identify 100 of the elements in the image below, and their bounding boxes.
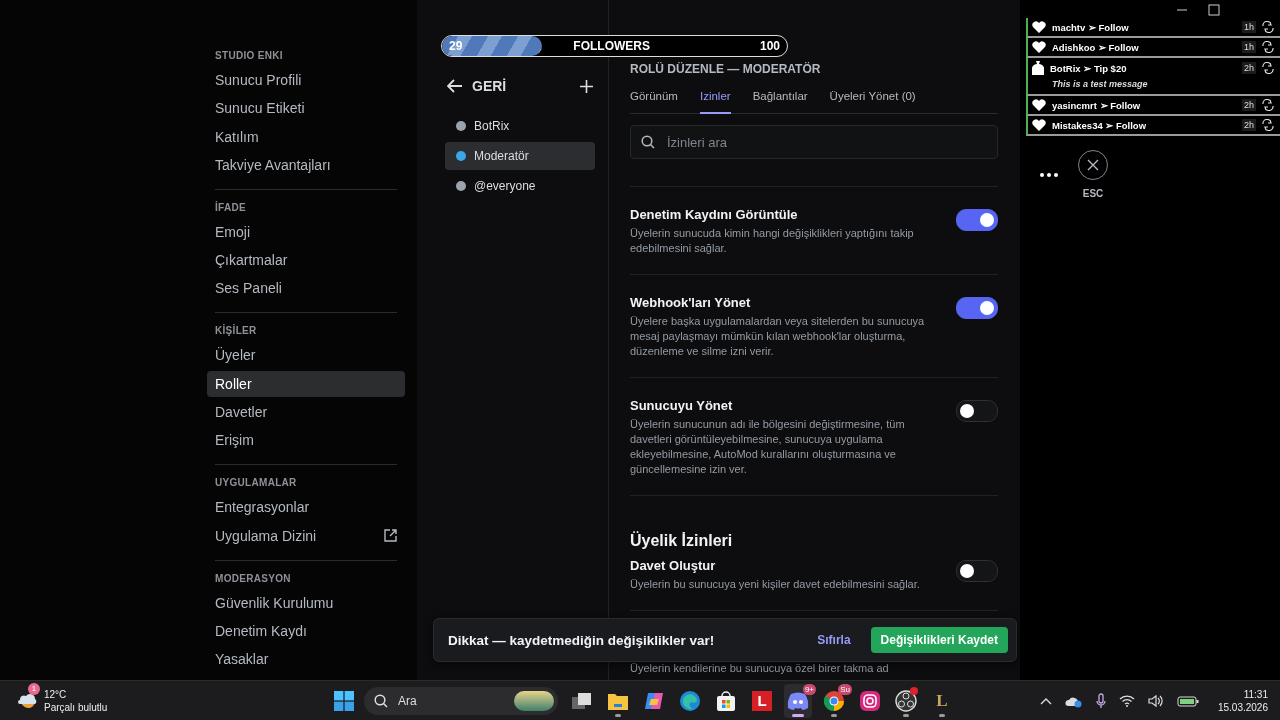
toggle-switch[interactable] <box>956 297 998 319</box>
taskbar-search-field[interactable]: Ara <box>364 686 558 715</box>
running-indicator <box>615 713 621 717</box>
section-heading: İFADE <box>214 201 247 213</box>
alert-time: 1h <box>1242 41 1256 53</box>
landscape-thumbnail <box>514 690 554 711</box>
app-letter-icon: L <box>752 690 772 711</box>
tab[interactable]: Izinler <box>699 90 731 114</box>
sidebar-item[interactable]: Erişim <box>207 427 405 454</box>
weather-condition: Parçalı bulutlu <box>44 700 108 714</box>
replay-icon[interactable] <box>1262 41 1274 53</box>
alert-text: Adishkoo ➢ Follow <box>1052 41 1140 53</box>
store-bag-icon <box>715 689 737 712</box>
close-icon <box>1087 159 1099 171</box>
replay-icon[interactable] <box>1262 62 1274 74</box>
chevron-up-icon[interactable] <box>1039 696 1052 705</box>
clock[interactable]: 11:31 15.03.2026 <box>1217 687 1268 714</box>
sidebar-item[interactable]: Katılım <box>207 123 405 150</box>
sidebar-item[interactable]: Ses Paneli <box>207 275 405 302</box>
permission-title: Denetim Kaydını Görüntüle <box>630 207 799 222</box>
warning-message: Dikkat — kaydetmediğin değişiklikler var! <box>448 632 716 648</box>
role-item[interactable]: Moderatör <box>445 142 595 170</box>
windows-start-icon[interactable] <box>334 690 354 711</box>
alert-text: machtv ➢ Follow <box>1052 21 1130 33</box>
toggle-switch[interactable] <box>956 209 998 231</box>
wifi-icon[interactable] <box>1118 694 1135 707</box>
section-heading: KİŞİLER <box>214 325 258 337</box>
taskbar-app[interactable]: L <box>748 683 776 718</box>
tab[interactable]: Üyeleri Yönet (0) <box>829 90 916 114</box>
page-title: ROLÜ DÜZENLE — MODERATÖR <box>630 62 822 76</box>
sidebar-item[interactable]: Sunucu Profili <box>207 67 405 93</box>
back-button[interactable]: GERİ <box>445 78 507 94</box>
notification-badge: 9+ <box>802 683 816 695</box>
battery-charging-icon[interactable] <box>1176 694 1199 707</box>
money-bag-icon <box>1032 61 1044 75</box>
alert-time: 2h <box>1242 62 1256 74</box>
permission-description: Üyelerin sunucunun adı ile bölgesini değiştirmesine, tüm davetleri görüntüleyebilmesine, sunucuya uygulama ekleyebilmesine, AutoMod kurallarını oluşturmasına ve güncellemesine izin ver. <box>630 417 906 477</box>
sidebar-item[interactable]: Yasaklar <box>207 646 405 673</box>
notification-badge: Su <box>838 683 852 695</box>
temperature: 12°C <box>44 687 68 701</box>
running-indicator <box>939 713 945 717</box>
app-letter-icon: L <box>936 690 948 711</box>
sidebar-item[interactable]: Entegrasyonlar <box>207 494 405 521</box>
sidebar-item[interactable]: Uygulama Dizini <box>207 522 405 549</box>
volume-icon[interactable] <box>1147 693 1164 708</box>
role-item[interactable]: BotRix <box>445 112 595 140</box>
alert-time: 1h <box>1242 21 1256 33</box>
tab[interactable]: Görünüm <box>630 90 678 114</box>
sidebar-item[interactable]: Sunucu Etiketi <box>207 95 405 122</box>
task-view-icon <box>571 690 593 711</box>
notification-badge: 1 <box>28 682 40 695</box>
taskbar-app[interactable]: L <box>928 683 956 718</box>
sidebar-item[interactable]: Roller <box>207 370 405 397</box>
replay-icon[interactable] <box>1262 119 1274 131</box>
running-indicator <box>792 713 804 717</box>
maximize-icon[interactable] <box>1208 4 1220 16</box>
permission-description: Üyelerin bu sunucuya yeni kişiler davet edebilmesini sağlar. <box>630 577 920 592</box>
sidebar-item[interactable]: Üyeler <box>207 342 405 369</box>
microphone-icon[interactable] <box>1095 692 1106 709</box>
section-heading: Üyelik İzinleri <box>630 532 734 550</box>
running-indicator <box>903 713 909 717</box>
section-heading: UYGULAMALAR <box>214 477 298 489</box>
alert-text: BotRix ➢ Tip $20 <box>1050 62 1128 74</box>
sidebar-item[interactable]: Emoji <box>207 218 405 245</box>
alert-time: 2h <box>1242 119 1256 131</box>
alert-time: 2h <box>1242 99 1256 111</box>
browser-wave-icon <box>679 689 701 712</box>
camera-icon <box>859 689 881 712</box>
permission-description: Üyelerin kendilerine bu sunucuya özel birer takma ad <box>630 661 889 676</box>
sidebar-item[interactable]: Takviye Avantajları <box>207 151 405 178</box>
alert-text: Mistakes34 ➢ Follow <box>1052 119 1148 131</box>
goal-current: 29 <box>449 39 463 53</box>
toggle-switch[interactable] <box>956 400 998 422</box>
search-input[interactable]: İzinleri ara <box>665 133 987 151</box>
sidebar-item[interactable]: Davetler <box>207 399 405 426</box>
goal-label: FOLLOWERS <box>573 39 651 53</box>
replay-icon[interactable] <box>1262 99 1274 111</box>
search-input[interactable]: Ara <box>396 692 506 709</box>
permission-title: Webhook'ları Yönet <box>630 295 752 310</box>
sidebar-item[interactable]: Çıkartmalar <box>207 247 405 274</box>
sidebar-item[interactable]: Denetim Kaydı <box>207 617 405 644</box>
back-arrow-icon <box>447 79 463 93</box>
role-item[interactable]: @everyone <box>445 172 595 200</box>
more-icon[interactable] <box>1040 172 1058 177</box>
toggle-switch[interactable] <box>956 560 998 582</box>
replay-icon[interactable] <box>1262 21 1274 33</box>
tab[interactable]: Bağlantılar <box>752 90 808 114</box>
copilot-icon <box>643 690 665 711</box>
permission-description: Üyelere başka uygulamalardan veya sitelerden bu sunucuya mesaj paylaşmayı mümkün kılan webhook'lar oluşturma, düzenleme ve silme izni verir. <box>630 314 926 359</box>
close-label: ESC <box>1082 188 1104 199</box>
permission-description: Üyelerin sunucuda kimin hangi değişiklikleri yaptığını takip edebilmesini sağlar. <box>630 226 915 256</box>
search-field[interactable]: İzinleri ara <box>630 125 998 159</box>
reset-link[interactable]: Sıfırla <box>811 632 857 648</box>
add-icon[interactable] <box>580 79 593 93</box>
running-indicator <box>831 713 837 717</box>
section-heading: MODERASYON <box>214 572 292 584</box>
game-controller-face-icon <box>786 690 810 711</box>
heart-icon <box>1032 119 1046 131</box>
heart-icon <box>1032 41 1046 53</box>
sidebar-item[interactable]: Güvenlik Kurulumu <box>207 589 405 616</box>
